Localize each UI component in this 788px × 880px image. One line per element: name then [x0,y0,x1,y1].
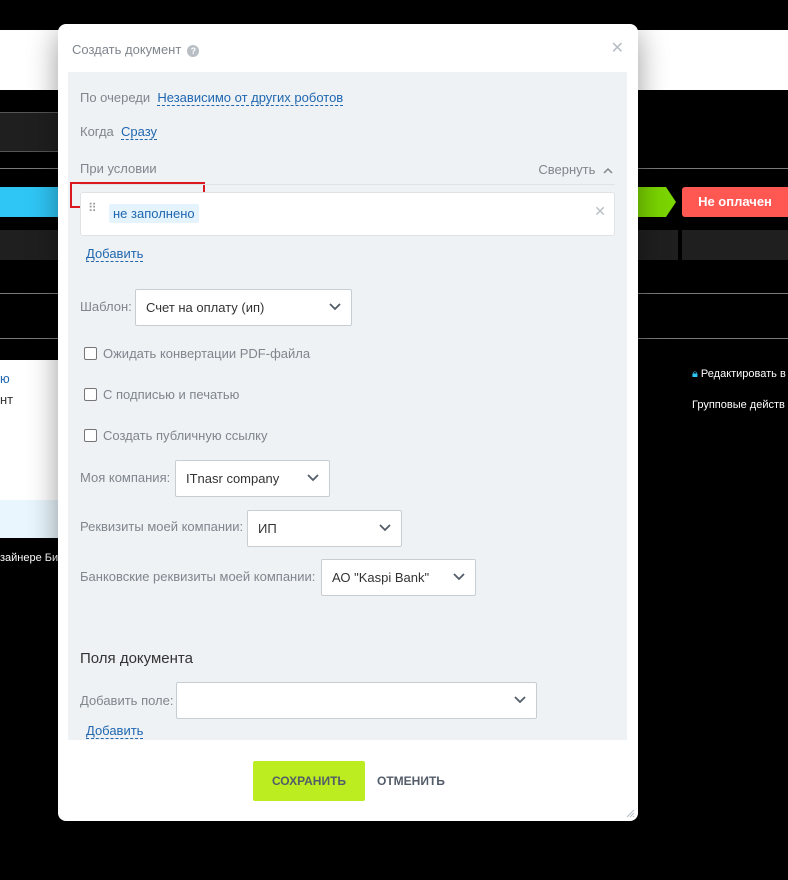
dialog-content: По очереди Независимо от других роботов … [68,72,627,740]
dialog-title: Создать документ? [72,42,200,57]
collapse-toggle[interactable]: Свернуть [538,162,613,177]
my-company-select[interactable]: ITnasr company [175,460,330,497]
background-divider [0,293,60,294]
background-divider [638,338,788,339]
background-tab [0,230,60,260]
condition-label: При условии [80,161,157,176]
checkbox[interactable] [84,429,97,442]
remove-condition-icon[interactable]: ✕ [594,203,606,220]
lock-icon: 🔒︎ [692,368,698,380]
close-icon[interactable]: ✕ [611,38,624,58]
background-divider [638,293,788,294]
background-link[interactable]: ю [0,371,10,386]
chevron-down-icon [329,290,341,311]
company-requisites-select[interactable]: ИП [247,510,402,547]
chevron-down-icon [379,511,391,532]
add-condition-row: Добавить [86,246,144,262]
background-tab [638,230,678,260]
queue-row: По очереди Независимо от других роботов [80,90,344,106]
resize-handle-icon[interactable] [625,808,635,818]
stage-bar-blue[interactable] [0,187,60,217]
cancel-button[interactable]: ОТМЕНИТЬ [377,761,445,801]
divider [80,184,615,185]
background-caption: зайнере Би [0,552,59,564]
template-label: Шаблон: [80,299,132,314]
chevron-down-icon [453,560,465,581]
add-field-row: Добавить [86,723,144,739]
drag-handle-icon[interactable]: ⠿ [88,202,97,221]
status-badge[interactable]: Не оплачен [682,187,788,217]
checkbox-public-link[interactable]: Создать публичную ссылку [84,428,268,443]
save-button[interactable]: СОХРАНИТЬ [253,761,365,801]
add-condition-link[interactable]: Добавить [86,246,144,262]
add-field-select[interactable] [176,682,537,719]
when-value-link[interactable]: Сразу [121,124,158,140]
background-toolbar [0,112,60,152]
my-company-label: Моя компания: [80,470,171,485]
checkbox[interactable] [84,347,97,360]
stage-bar-green[interactable] [636,187,676,217]
chevron-up-icon [603,162,613,177]
bank-requisites-select[interactable]: АО "Kaspi Bank" [321,559,476,596]
create-document-dialog: Создать документ? ✕ По очереди Независим… [58,24,638,821]
background-divider [638,168,788,169]
condition-chip[interactable]: не заполнено [109,204,199,223]
group-actions-link[interactable]: Групповые действ [692,399,785,411]
checkbox[interactable] [84,388,97,401]
checkbox-signature-stamp[interactable]: С подписью и печатью [84,387,239,402]
company-requisites-label: Реквизиты моей компании: [80,519,244,534]
background-divider [0,338,60,339]
question-circle-icon[interactable]: ? [187,45,200,57]
background-divider [0,168,60,169]
bank-requisites-label: Банковские реквизиты моей компании: [80,569,316,584]
checkbox-wait-pdf[interactable]: Ожидать конвертации PDF-файла [84,346,310,361]
template-select[interactable]: Счет на оплату (ип) [135,289,352,326]
chevron-down-icon [307,461,319,482]
background-card-footer [0,500,60,538]
add-field-label: Добавить поле: [80,693,174,708]
chevron-down-icon [514,683,526,704]
condition-item: ⠿ не заполнено ✕ [80,192,615,236]
background-tab [682,230,788,260]
edit-link[interactable]: 🔒︎ Редактировать в [692,368,786,381]
background-text: нт [0,392,14,407]
queue-value-link[interactable]: Независимо от других роботов [157,90,344,106]
document-fields-title: Поля документа [80,650,193,667]
add-field-link[interactable]: Добавить [86,723,144,739]
when-row: Когда Сразу [80,124,158,140]
